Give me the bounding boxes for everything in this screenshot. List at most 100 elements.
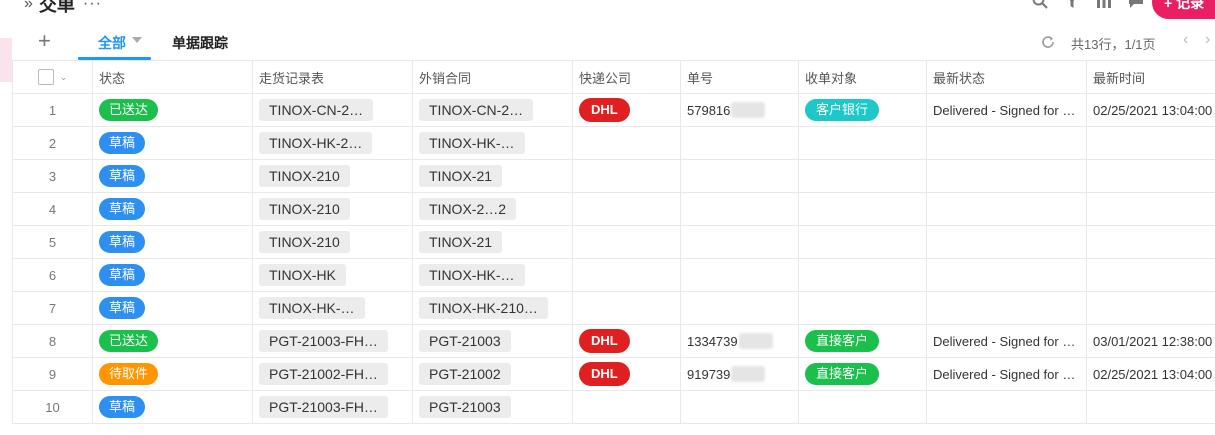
column-header[interactable]: 外销合同 <box>413 61 573 93</box>
shipping-record-link[interactable]: TINOX-CN-2… <box>259 99 374 121</box>
latest-time-cell[interactable] <box>1087 127 1215 159</box>
table-row[interactable]: 2 草稿 TINOX-HK-2… TINOX-HK-… <box>13 127 1215 160</box>
status-cell[interactable]: 已送达 <box>93 325 253 357</box>
tracking-number-cell[interactable] <box>681 193 799 225</box>
recipient-cell[interactable]: 直接客户 <box>799 358 927 390</box>
tracking-number-cell[interactable]: 1334739 <box>681 325 799 357</box>
row-number-cell[interactable]: 9 <box>13 358 93 390</box>
shipping-record-link[interactable]: PGT-21002-FH… <box>259 363 388 385</box>
status-cell[interactable]: 已送达 <box>93 94 253 126</box>
column-header[interactable]: 最新时间 <box>1087 61 1215 93</box>
column-header[interactable]: 收单对象 <box>799 61 927 93</box>
status-cell[interactable]: 草稿 <box>93 160 253 192</box>
table-row[interactable]: 4 草稿 TINOX-210 TINOX-2…2 <box>13 193 1215 226</box>
shipping-record-cell[interactable]: PGT-21003-FH… <box>253 391 413 423</box>
courier-cell[interactable]: DHL <box>573 94 681 126</box>
latest-time-cell[interactable]: 02/25/2021 13:04:00 <box>1087 94 1215 126</box>
status-cell[interactable]: 草稿 <box>93 292 253 324</box>
latest-status-cell[interactable] <box>927 127 1087 159</box>
table-row[interactable]: 6 草稿 TINOX-HK TINOX-HK-… <box>13 259 1215 292</box>
table-row[interactable]: 5 草稿 TINOX-210 TINOX-21 <box>13 226 1215 259</box>
latest-time-cell[interactable] <box>1087 193 1215 225</box>
row-number-cell[interactable]: 3 <box>13 160 93 192</box>
courier-cell[interactable] <box>573 193 681 225</box>
row-number-cell[interactable]: 10 <box>13 391 93 423</box>
row-number-cell[interactable]: 6 <box>13 259 93 291</box>
table-row[interactable]: 9 待取件 PGT-21002-FH… PGT-21002 DHL 919739 直接客户 D… <box>13 358 1215 391</box>
add-view-button[interactable]: + <box>38 30 51 52</box>
new-record-button[interactable]: + 记录 <box>1152 0 1215 19</box>
recipient-cell[interactable] <box>799 259 927 291</box>
contract-cell[interactable]: TINOX-21 <box>413 160 573 192</box>
latest-status-cell[interactable] <box>927 391 1087 423</box>
column-header[interactable]: 最新状态 <box>927 61 1087 93</box>
courier-cell[interactable] <box>573 391 681 423</box>
contract-cell[interactable]: TINOX-2…2 <box>413 193 573 225</box>
select-all-checkbox[interactable] <box>37 69 54 85</box>
previous-page-icon[interactable]: ‹ <box>1183 31 1188 49</box>
latest-time-cell[interactable] <box>1087 292 1215 324</box>
export-contract-link[interactable]: TINOX-HK-… <box>419 132 525 154</box>
latest-time-cell[interactable] <box>1087 391 1215 423</box>
courier-cell[interactable] <box>573 160 681 192</box>
shipping-record-link[interactable]: TINOX-210 <box>259 231 350 253</box>
latest-status-cell[interactable] <box>927 160 1087 192</box>
contract-cell[interactable]: TINOX-HK-210… <box>413 292 573 324</box>
shipping-record-link[interactable]: TINOX-HK-2… <box>259 132 373 154</box>
search-icon[interactable] <box>1031 0 1049 10</box>
shipping-record-cell[interactable]: TINOX-210 <box>253 160 413 192</box>
latest-time-cell[interactable] <box>1087 160 1215 192</box>
shipping-record-cell[interactable]: TINOX-HK-2… <box>253 127 413 159</box>
recipient-cell[interactable] <box>799 391 927 423</box>
chevron-down-icon[interactable] <box>132 37 142 43</box>
contract-cell[interactable]: TINOX-CN-2… <box>413 94 573 126</box>
status-cell[interactable]: 草稿 <box>93 391 253 423</box>
courier-cell[interactable] <box>573 259 681 291</box>
recipient-cell[interactable] <box>799 127 927 159</box>
export-contract-link[interactable]: TINOX-21 <box>419 231 503 253</box>
column-header[interactable]: 状态 <box>93 61 253 93</box>
recipient-cell[interactable] <box>799 292 927 324</box>
tracking-number-cell[interactable]: 579816 <box>681 94 799 126</box>
tracking-number-cell[interactable] <box>681 391 799 423</box>
status-cell[interactable]: 待取件 <box>93 358 253 390</box>
export-contract-link[interactable]: PGT-21003 <box>419 396 511 418</box>
shipping-record-link[interactable]: PGT-21003-FH… <box>259 396 388 418</box>
latest-status-cell[interactable] <box>927 292 1087 324</box>
shipping-record-link[interactable]: TINOX-210 <box>259 198 350 220</box>
export-contract-link[interactable]: TINOX-21 <box>419 165 503 187</box>
row-number-cell[interactable]: 7 <box>13 292 93 324</box>
column-header[interactable]: 走货记录表 <box>253 61 413 93</box>
tracking-number-cell[interactable] <box>681 259 799 291</box>
row-number-cell[interactable]: 4 <box>13 193 93 225</box>
status-cell[interactable]: 草稿 <box>93 259 253 291</box>
shipping-record-link[interactable]: TINOX-HK <box>259 264 346 286</box>
shipping-record-cell[interactable]: TINOX-HK-… <box>253 292 413 324</box>
tab-document-tracking[interactable]: 单据跟踪 <box>172 33 228 53</box>
recipient-cell[interactable]: 客户银行 <box>799 94 927 126</box>
contract-cell[interactable]: TINOX-HK-… <box>413 259 573 291</box>
contract-cell[interactable]: PGT-21003 <box>413 325 573 357</box>
latest-status-cell[interactable]: Delivered - Signed for … <box>927 94 1087 126</box>
filter-icon[interactable] <box>1063 0 1081 10</box>
latest-time-cell[interactable] <box>1087 226 1215 258</box>
tracking-number-cell[interactable]: 919739 <box>681 358 799 390</box>
latest-time-cell[interactable]: 03/01/2021 12:38:00 <box>1087 325 1215 357</box>
select-all-cell[interactable]: ⌄ <box>13 61 93 93</box>
export-contract-link[interactable]: TINOX-CN-2… <box>419 99 534 121</box>
shipping-record-cell[interactable]: PGT-21002-FH… <box>253 358 413 390</box>
shipping-record-link[interactable]: TINOX-210 <box>259 165 350 187</box>
status-cell[interactable]: 草稿 <box>93 226 253 258</box>
export-contract-link[interactable]: TINOX-2…2 <box>419 198 517 220</box>
tracking-number-cell[interactable] <box>681 226 799 258</box>
chevron-down-icon[interactable]: ⌄ <box>60 72 68 83</box>
table-row[interactable]: 3 草稿 TINOX-210 TINOX-21 <box>13 160 1215 193</box>
export-contract-link[interactable]: PGT-21002 <box>419 363 511 385</box>
table-row[interactable]: 10 草稿 PGT-21003-FH… PGT-21003 <box>13 391 1215 424</box>
table-row[interactable]: 7 草稿 TINOX-HK-… TINOX-HK-210… <box>13 292 1215 325</box>
contract-cell[interactable]: TINOX-HK-… <box>413 127 573 159</box>
latest-status-cell[interactable]: Delivered - Signed for … <box>927 325 1087 357</box>
comment-icon[interactable] <box>1127 0 1145 10</box>
shipping-record-cell[interactable]: TINOX-HK <box>253 259 413 291</box>
expand-sidebar-icon[interactable]: » <box>24 0 33 13</box>
